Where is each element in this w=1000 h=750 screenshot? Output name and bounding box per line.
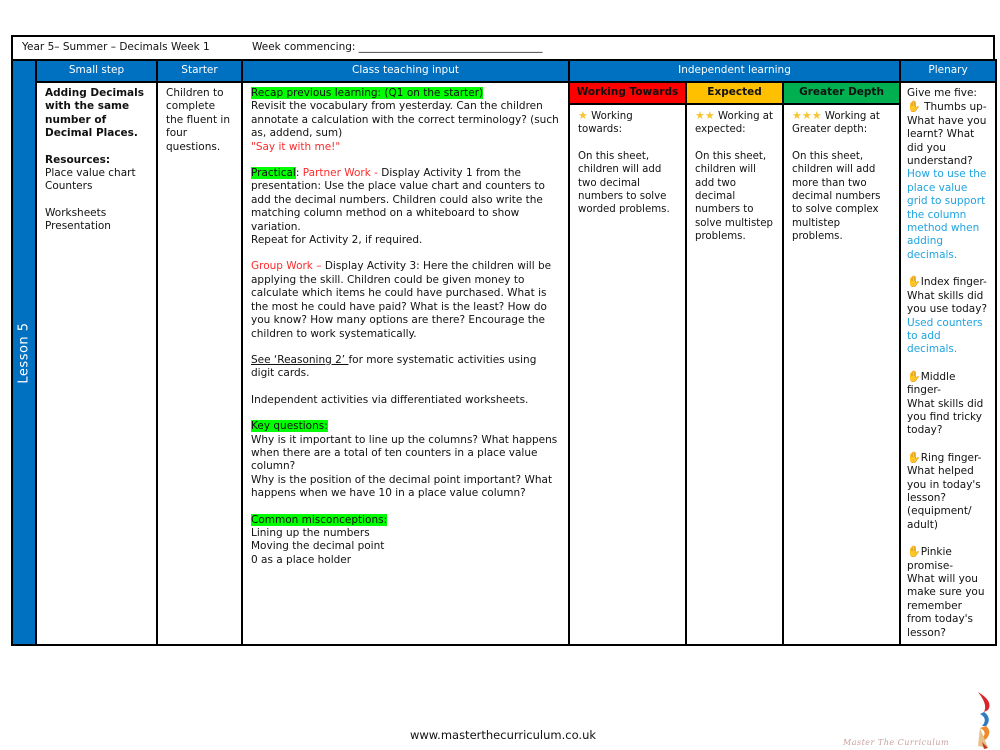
independent-activities-text: Independent activities via differentiate…	[251, 393, 529, 406]
hand-icon: ✋	[907, 275, 921, 289]
resources-label: Resources:	[45, 153, 111, 166]
plenary-question: What have you learnt? What did you under…	[907, 114, 987, 168]
header-independent-learning: Independent learning	[567, 59, 902, 83]
working-towards-header: Working Towards	[568, 81, 687, 105]
plenary-cell: Give me five: ✋ Thumbs up- What have you…	[899, 80, 998, 647]
reasoning-paragraph: See ‘Reasoning 2’ for more systematic ac…	[251, 354, 560, 381]
key-question: Why is it important to line up the colum…	[251, 433, 558, 473]
misconceptions-heading: Common misconceptions:	[251, 513, 388, 526]
misconception-item: Lining up the numbers	[251, 526, 370, 539]
star-icon: ★	[578, 109, 588, 122]
document-title: Year 5– Summer – Decimals Week 1	[22, 41, 210, 53]
plenary-finger: Thumbs up-	[924, 101, 987, 114]
plenary-finger: Ring finger-	[920, 451, 982, 464]
recap-say: "Say it with me!"	[251, 140, 341, 153]
misconception-item: Moving the decimal point	[251, 540, 385, 553]
expected-cell: ★★ Working at expected: On this sheet, c…	[685, 102, 784, 647]
header-class-teaching: Class teaching input	[241, 59, 570, 83]
plenary-answer: How to use the place value grid to suppo…	[907, 168, 987, 261]
recap-heading: Recap previous learning: (Q1 on the star…	[251, 87, 484, 99]
footer-url[interactable]: www.masterthecurriculum.co.uk	[410, 728, 596, 742]
header-plenary: Plenary	[899, 59, 998, 83]
small-step-title: Adding Decimals with the same number of …	[45, 87, 144, 140]
greater-depth-cell: ★★★ Working at Greater depth: On this sh…	[781, 102, 902, 647]
plenary-question: What skills did you find tricky today?	[907, 397, 984, 437]
group-work-label: Group Work –	[251, 260, 325, 273]
plenary-intro: Give me five:	[907, 87, 977, 99]
star-icon: ★★★	[792, 109, 822, 122]
working-towards-cell: ★ Working towards: On this sheet, childr…	[568, 102, 687, 647]
hand-icon: ✋	[907, 545, 921, 559]
hand-icon: ✋	[907, 369, 921, 383]
plenary-answer: Used counters to add decimals.	[907, 316, 983, 356]
small-step-cell: Adding Decimals with the same number of …	[35, 80, 158, 647]
hand-icon: ✋	[907, 450, 921, 464]
resource-item: Presentation	[45, 220, 111, 233]
plenary-question: What will you make sure you remember fro…	[907, 573, 985, 639]
hand-icon: ✋	[907, 100, 921, 114]
logo-text: Master The Curriculum	[843, 738, 950, 747]
plenary-question: What helped you in today's lesson? (equi…	[907, 465, 981, 531]
starter-cell: Children to complete the fluent in four …	[156, 80, 243, 647]
differentiation-row: Adding Decimals with the same number of …	[12, 80, 998, 647]
plenary-question: What skills did you use today?	[907, 289, 988, 316]
header-small-step: Small step	[35, 59, 158, 83]
practical-repeat: Repeat for Activity 2, if required.	[251, 234, 423, 247]
reasoning-link[interactable]: See ‘Reasoning 2’	[251, 354, 348, 366]
lesson-column: Lesson 5	[11, 58, 37, 647]
wt-text: On this sheet, children will add two dec…	[578, 150, 670, 216]
class-teaching-cell: Recap previous learning: (Q1 on the star…	[241, 80, 570, 647]
greater-depth-header: Greater Depth	[781, 81, 902, 105]
lesson-label: Lesson 5	[16, 321, 32, 384]
key-question: Why is the position of the decimal point…	[251, 473, 553, 500]
week-commencing: Week commencing: _______________________…	[252, 41, 543, 53]
expected-header: Expected	[685, 81, 784, 105]
lesson-plan-table: Lesson 5 Small step Starter Class teachi…	[11, 58, 998, 647]
starter-text: Children to complete the fluent in four …	[166, 87, 230, 153]
resource-item: Place value chart	[45, 167, 136, 180]
column-header-row: Lesson 5 Small step Starter Class teachi…	[11, 58, 998, 647]
header-starter: Starter	[156, 59, 243, 83]
practical-label: Practical	[251, 167, 296, 180]
gd-text: On this sheet, children will add more th…	[792, 150, 881, 243]
star-icon: ★★	[695, 109, 715, 122]
resource-item: Counters	[45, 180, 93, 193]
key-questions-heading: Key questions:	[251, 420, 328, 433]
ex-text: On this sheet, children will add two dec…	[695, 150, 773, 243]
separator: :	[295, 167, 303, 180]
partner-work-label: Partner Work -	[302, 167, 382, 180]
title-bar: Year 5– Summer – Decimals Week 1 Week co…	[11, 35, 995, 59]
group-work-paragraph: Group Work – Display Activity 3: Here th…	[251, 260, 560, 340]
practical-paragraph: Practical: Partner Work - Display Activi…	[251, 167, 560, 234]
recap-text: Revisit the vocabulary from yesterday. C…	[251, 100, 559, 140]
plenary-finger: Index finger-	[920, 276, 987, 289]
misconception-item: 0 as a place holder	[251, 553, 352, 566]
resource-item: Worksheets	[45, 206, 107, 219]
